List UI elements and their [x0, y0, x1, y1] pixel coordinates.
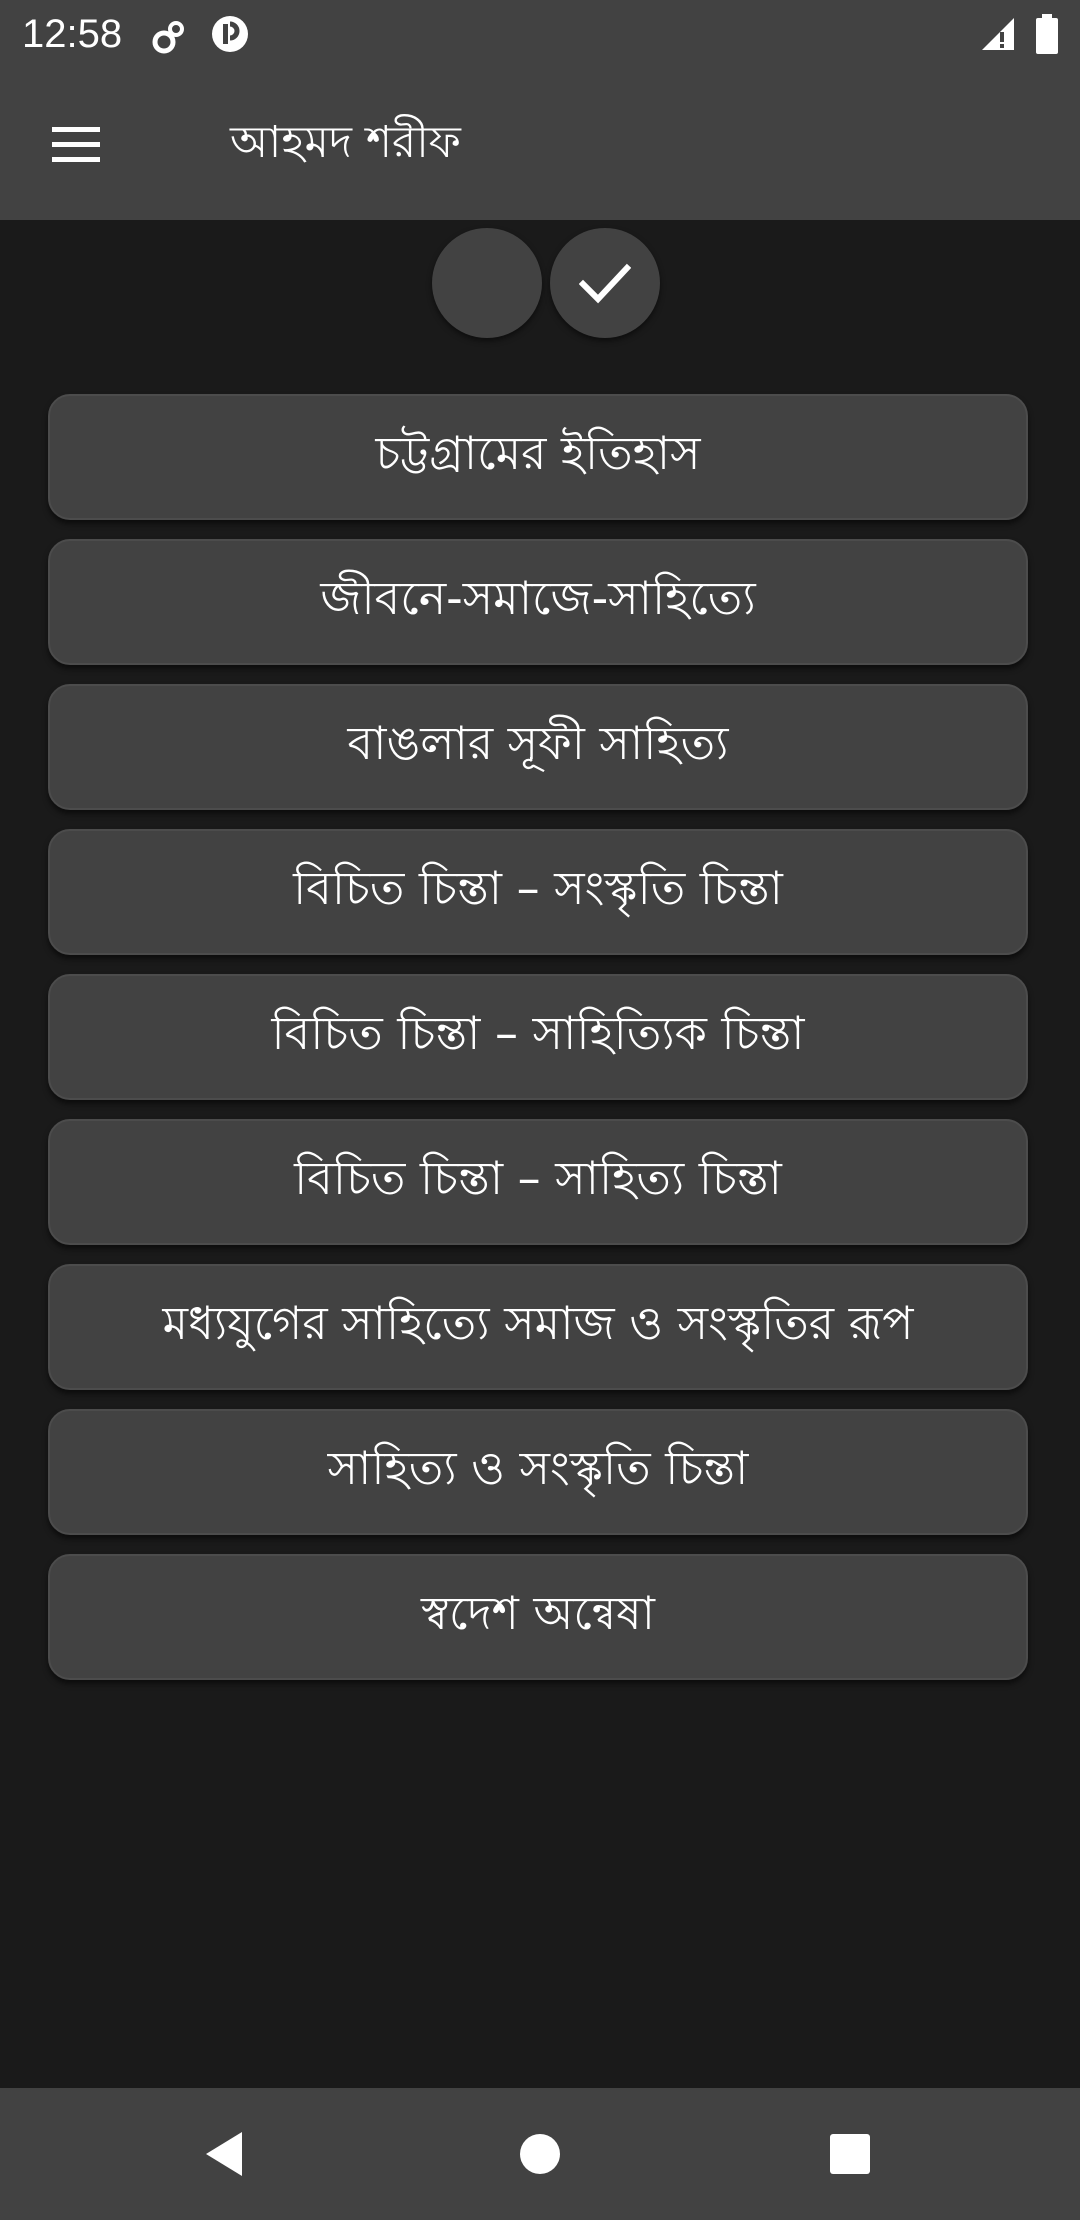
book-button[interactable]: চট্টগ্রামের ইতিহাস	[48, 394, 1028, 520]
book-label: চট্টগ্রামের ইতিহাস	[375, 426, 701, 480]
option-unselected-toggle[interactable]	[432, 228, 542, 338]
book-label: জীবনে-সমাজে-সাহিত্যে	[320, 571, 756, 625]
battery-icon	[1036, 14, 1058, 58]
notification-app-icon	[210, 14, 250, 58]
book-label: বিচিত চিন্তা – সংস্কৃতি চিন্তা	[293, 861, 783, 915]
option-selected-toggle[interactable]	[550, 228, 660, 338]
book-label: বিচিত চিন্তা – সাহিত্য চিন্তা	[294, 1151, 782, 1205]
app-bar: আহমদ শরীফ	[0, 70, 1080, 220]
book-label: মধ্যযুগের সাহিত্যে সমাজ ও সংস্কৃতির রূপ	[162, 1296, 914, 1350]
book-label: স্বদেশ অন্বেষা	[421, 1586, 655, 1640]
home-button[interactable]	[510, 2124, 570, 2184]
home-icon	[520, 2134, 560, 2174]
menu-button[interactable]	[30, 106, 124, 186]
status-bar: 12:58	[0, 0, 1080, 70]
book-button[interactable]: স্বদেশ অন্বেষা	[48, 1554, 1028, 1680]
app-title: আহমদ শরীফ	[230, 117, 461, 168]
book-button[interactable]: বাঙলার সূফী সাহিত্য	[48, 684, 1028, 810]
back-button[interactable]	[198, 2124, 258, 2184]
book-list: চট্টগ্রামের ইতিহাস জীবনে-সমাজে-সাহিত্যে …	[48, 394, 1032, 1699]
screen: 12:58 আহমদ শরীফ চট্টগ্রামের ইতিহাস জীবনে…	[0, 0, 1080, 2220]
book-button[interactable]: সাহিত্য ও সংস্কৃতি চিন্তা	[48, 1409, 1028, 1535]
recents-icon	[830, 2134, 870, 2174]
book-label: বিচিত চিন্তা – সাহিত্যিক চিন্তা	[271, 1006, 805, 1060]
navigation-bar	[0, 2088, 1080, 2220]
status-time: 12:58	[22, 12, 123, 56]
book-button[interactable]: বিচিত চিন্তা – সাহিত্যিক চিন্তা	[48, 974, 1028, 1100]
book-button[interactable]: মধ্যযুগের সাহিত্যে সমাজ ও সংস্কৃতির রূপ	[48, 1264, 1028, 1390]
book-label: বাঙলার সূফী সাহিত্য	[347, 716, 729, 770]
recents-button[interactable]	[820, 2124, 880, 2184]
back-icon	[206, 2132, 242, 2176]
signal-icon	[980, 16, 1016, 56]
book-button[interactable]: বিচিত চিন্তা – সংস্কৃতি চিন্তা	[48, 829, 1028, 955]
book-label: সাহিত্য ও সংস্কৃতি চিন্তা	[327, 1441, 749, 1495]
hamburger-menu-icon	[52, 127, 100, 162]
checkmark-icon	[579, 263, 631, 304]
book-button[interactable]: বিচিত চিন্তা – সাহিত্য চিন্তা	[48, 1119, 1028, 1245]
book-button[interactable]: জীবনে-সমাজে-সাহিত্যে	[48, 539, 1028, 665]
settings-icon	[148, 18, 188, 62]
